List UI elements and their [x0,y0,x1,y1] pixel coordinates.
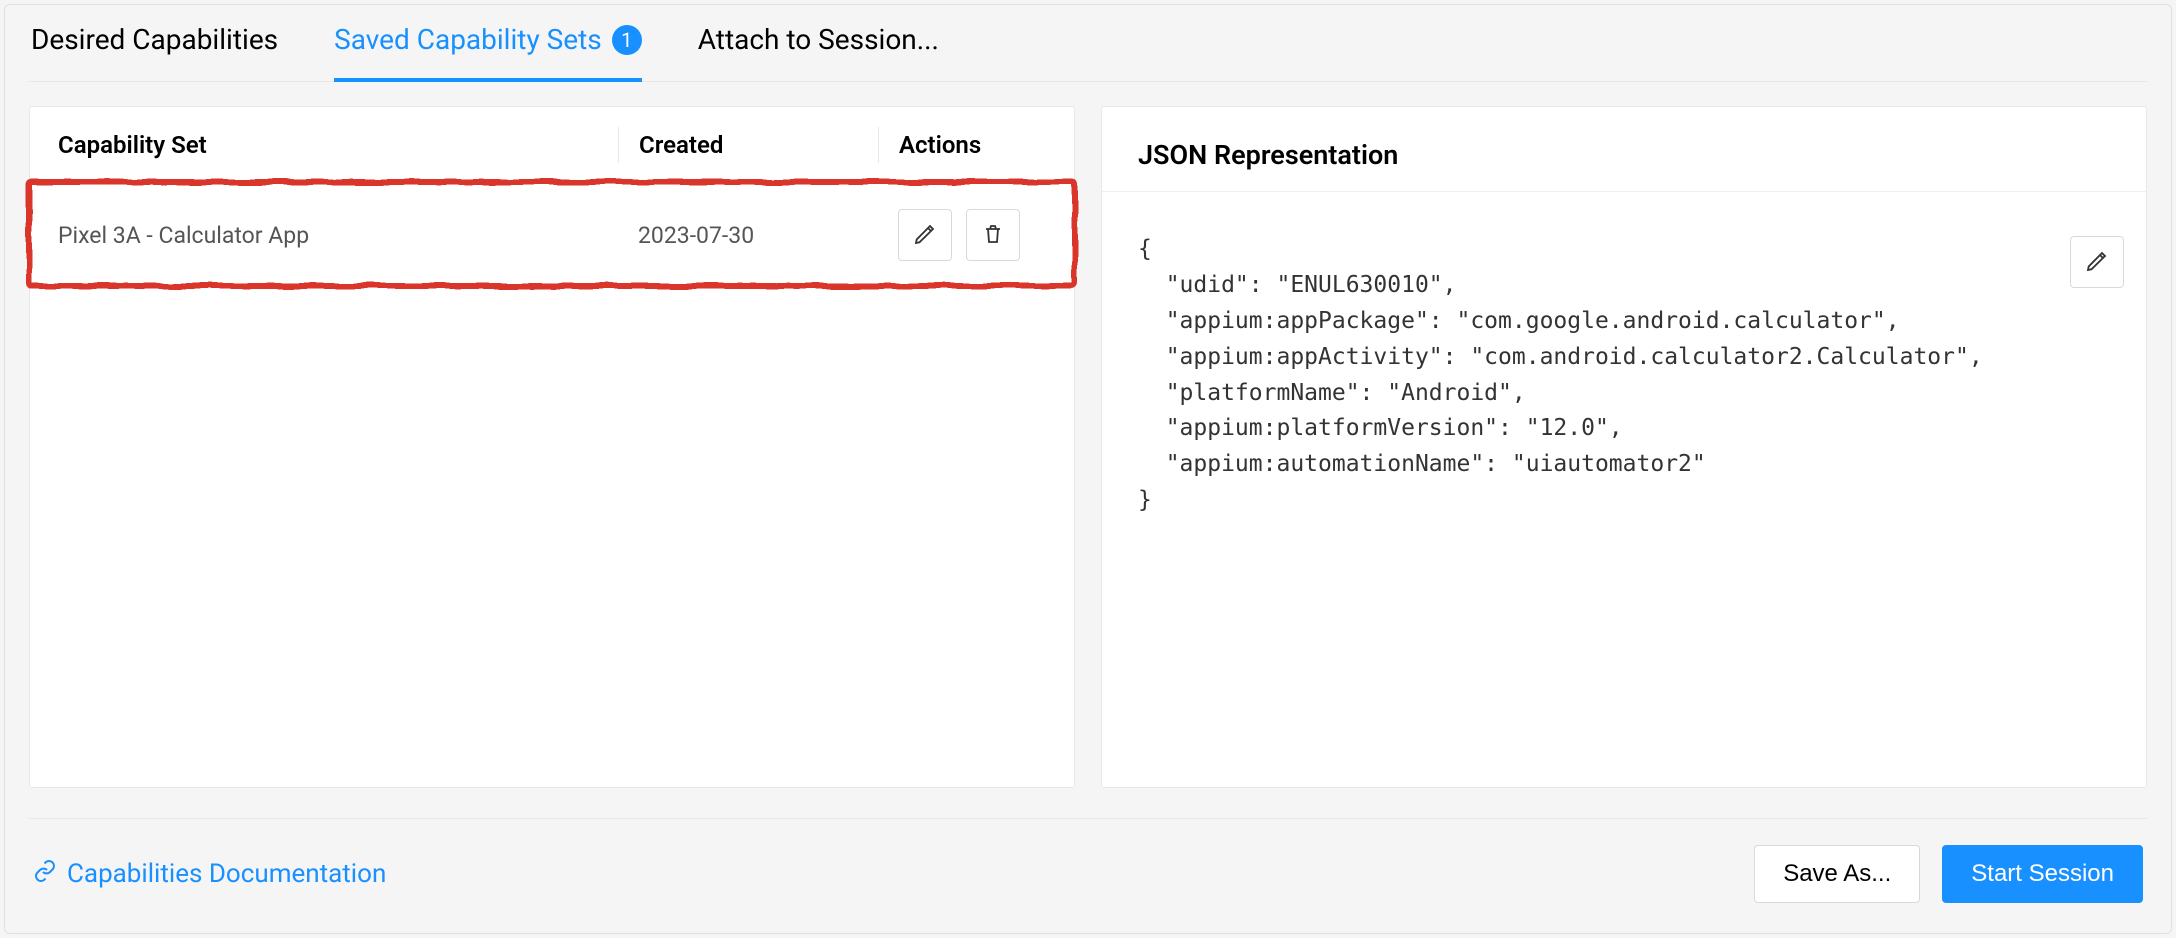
doc-link-label: Capabilities Documentation [67,859,386,889]
pencil-icon [2085,249,2109,276]
edit-button[interactable] [898,209,952,261]
pencil-icon [913,222,937,249]
json-code-block: { "udid": "ENUL630010", "appium:appPacka… [1138,232,2110,519]
edit-json-button[interactable] [2070,236,2124,288]
cell-created-date: 2023-07-30 [618,222,878,249]
capability-sets-panel: Capability Set Created Actions Pixel 3A … [29,106,1075,788]
cell-capability-set-name: Pixel 3A - Calculator App [58,222,618,249]
tab-desired-capabilities[interactable]: Desired Capabilities [31,5,278,82]
table-header: Capability Set Created Actions [30,107,1074,183]
tabs-bar: Desired Capabilities Saved Capability Se… [29,5,2147,82]
tab-saved-capability-sets[interactable]: Saved Capability Sets 1 [334,5,642,82]
column-header-capability-set: Capability Set [58,127,618,163]
tab-label: Desired Capabilities [31,23,278,56]
main-container: Desired Capabilities Saved Capability Se… [4,4,2172,934]
table-row[interactable]: Pixel 3A - Calculator App 2023-07-30 [30,183,1074,293]
start-session-button[interactable]: Start Session [1942,845,2143,903]
json-representation-panel: JSON Representation { "udid": "ENUL63001… [1101,106,2147,788]
capabilities-documentation-link[interactable]: Capabilities Documentation [33,859,386,890]
json-panel-header: JSON Representation [1102,107,2146,192]
json-panel-title: JSON Representation [1138,139,2110,171]
trash-icon [981,222,1005,249]
content-area: Capability Set Created Actions Pixel 3A … [29,82,2147,818]
cell-actions [878,209,1046,261]
tab-label: Saved Capability Sets [334,23,602,56]
tab-label: Attach to Session... [698,23,939,56]
save-as-button[interactable]: Save As... [1754,845,1920,903]
json-body: { "udid": "ENUL630010", "appium:appPacka… [1102,192,2146,559]
footer-buttons: Save As... Start Session [1754,845,2143,903]
delete-button[interactable] [966,209,1020,261]
saved-count-badge: 1 [612,25,642,55]
tab-attach-to-session[interactable]: Attach to Session... [698,5,939,82]
link-icon [33,859,57,890]
column-header-created: Created [618,127,878,163]
footer-bar: Capabilities Documentation Save As... St… [29,818,2147,933]
column-header-actions: Actions [878,127,1046,163]
